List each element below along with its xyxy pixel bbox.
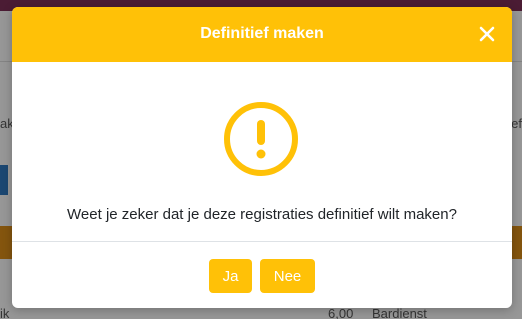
no-button[interactable]: Nee (260, 259, 315, 293)
dialog-footer: Ja Nee (12, 242, 512, 308)
confirm-dialog: Definitief maken Weet je zeker dat je de… (12, 7, 512, 308)
dialog-message: Weet je zeker dat je deze registraties d… (67, 206, 457, 223)
exclamation-circle-icon (222, 100, 300, 178)
page: ak ef ik 6,00 Bardienst Definitief maken (0, 0, 522, 319)
dialog-body: Weet je zeker dat je deze registraties d… (12, 62, 512, 241)
dialog-title: Definitief maken (200, 25, 324, 42)
yes-button[interactable]: Ja (209, 259, 252, 293)
close-icon[interactable] (476, 23, 498, 45)
dialog-header: Definitief maken (12, 7, 512, 62)
